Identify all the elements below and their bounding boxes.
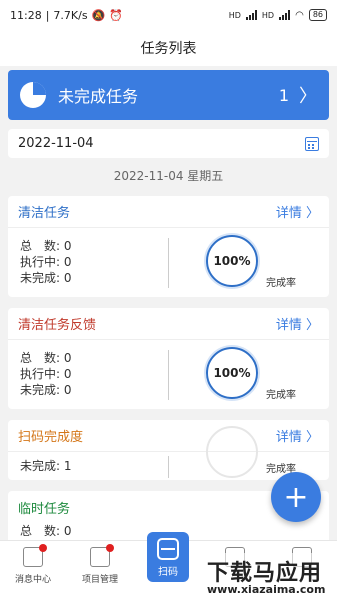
stat-label-incomplete: 未完成: (20, 459, 64, 473)
scan-label: 扫码 (158, 567, 178, 578)
incomplete-tasks-banner[interactable]: 未完成任务 1 〉 (8, 70, 329, 120)
stat-label-running: 执行中: (20, 367, 64, 381)
mute-icon: 🔕 (91, 8, 106, 22)
add-task-button[interactable]: + (271, 472, 321, 522)
nav-label-projects: 项目管理 (81, 575, 118, 585)
date-value: 2022-11-04 (18, 136, 94, 151)
task-card-scan-completion: 扫码完成度 详情 〉 未完成: 1 完成率 (8, 420, 329, 480)
divider (168, 456, 169, 478)
detail-link[interactable]: 详情 〉 (276, 202, 319, 221)
stat-value-incomplete: 0 (63, 383, 72, 397)
battery-icon: 86 (308, 9, 327, 21)
banner-count: 1 (278, 85, 289, 105)
stat-label-total: 总 数: (20, 351, 64, 365)
divider (168, 238, 169, 288)
stat-label-total: 总 数: (20, 524, 64, 538)
detail-link[interactable]: 详情 〉 (276, 314, 319, 333)
card-stats: 总 数: 0 (20, 523, 72, 539)
completion-rate-label: 完成率 (266, 390, 296, 401)
signal-icon (245, 10, 257, 20)
scan-button[interactable]: 扫码 (147, 532, 189, 582)
status-time: 11:28 (10, 8, 42, 22)
card-title: 清洁任务反馈 (18, 318, 97, 333)
card-stats: 总 数: 0 执行中: 0 未完成: 0 (20, 350, 72, 398)
plus-icon: + (283, 479, 309, 515)
stat-value-running: 0 (63, 367, 72, 381)
banner-title: 未完成任务 (58, 87, 139, 106)
nav-label-messages: 消息中心 (14, 575, 51, 585)
divider (168, 350, 169, 400)
title-bar: 任务列表 (0, 30, 337, 66)
watermark-url: www.xiazaima.com (207, 583, 326, 596)
signal-label-left: HD (228, 10, 241, 20)
alarm-icon: ⏰ (109, 8, 123, 22)
stat-value-running: 0 (63, 255, 72, 269)
stat-value-incomplete: 1 (63, 459, 72, 473)
status-separator: | (45, 8, 50, 22)
card-title: 清洁任务 (18, 206, 71, 221)
card-stats: 未完成: 1 (20, 458, 72, 474)
chevron-right-icon: 〉 (299, 86, 317, 107)
completion-rate-label: 完成率 (266, 278, 296, 289)
card-title: 扫码完成度 (18, 430, 84, 445)
status-speed: 7.7K/s (53, 8, 88, 22)
date-picker-field[interactable]: 2022-11-04 (8, 129, 329, 158)
nav-item-messages[interactable]: 消息中心 (3, 544, 63, 585)
completion-ring: 100% (206, 235, 258, 287)
pie-chart-icon (20, 82, 46, 108)
task-card-cleaning: 清洁任务 详情 〉 总 数: 0 执行中: 0 未完成: 0 100% 完成率 (8, 196, 329, 297)
signal-icon-2 (279, 10, 291, 20)
completion-ring: 100% (206, 347, 258, 399)
stat-value-total: 0 (63, 351, 72, 365)
stat-label-incomplete: 未完成: (20, 383, 64, 397)
stat-value-total: 0 (63, 524, 72, 538)
detail-link[interactable]: 详情 〉 (276, 426, 319, 445)
message-icon (23, 544, 47, 567)
card-title: 临时任务 (18, 501, 71, 517)
stat-label-incomplete: 未完成: (20, 271, 64, 285)
status-bar: 11:28 | 7.7K/s 🔕 ⏰ HD HD ◠ 86 (0, 0, 337, 30)
stat-label-running: 执行中: (20, 255, 64, 269)
calendar-icon[interactable] (305, 136, 319, 151)
watermark: 下载马应用 www.xiazaima.com (203, 553, 335, 598)
card-stats: 总 数: 0 执行中: 0 未完成: 0 (20, 238, 72, 286)
stat-value-total: 0 (63, 239, 72, 253)
stat-label-total: 总 数: (20, 239, 64, 253)
nav-item-projects[interactable]: 项目管理 (70, 544, 130, 585)
signal-label-right: HD (261, 10, 275, 20)
completion-percent: 100% (213, 366, 251, 380)
wifi-icon: ◠ (295, 9, 304, 21)
day-header: 2022-11-04 星期五 (113, 168, 224, 183)
page-title: 任务列表 (140, 41, 197, 57)
scan-icon (157, 538, 179, 560)
notification-dot (106, 544, 114, 552)
completion-percent: 100% (213, 254, 251, 268)
project-icon (90, 544, 114, 567)
task-card-cleaning-feedback: 清洁任务反馈 详情 〉 总 数: 0 执行中: 0 未完成: 0 100% 完成… (8, 308, 329, 409)
completion-ring (206, 426, 258, 478)
stat-value-incomplete: 0 (63, 271, 72, 285)
notification-dot (39, 544, 47, 552)
